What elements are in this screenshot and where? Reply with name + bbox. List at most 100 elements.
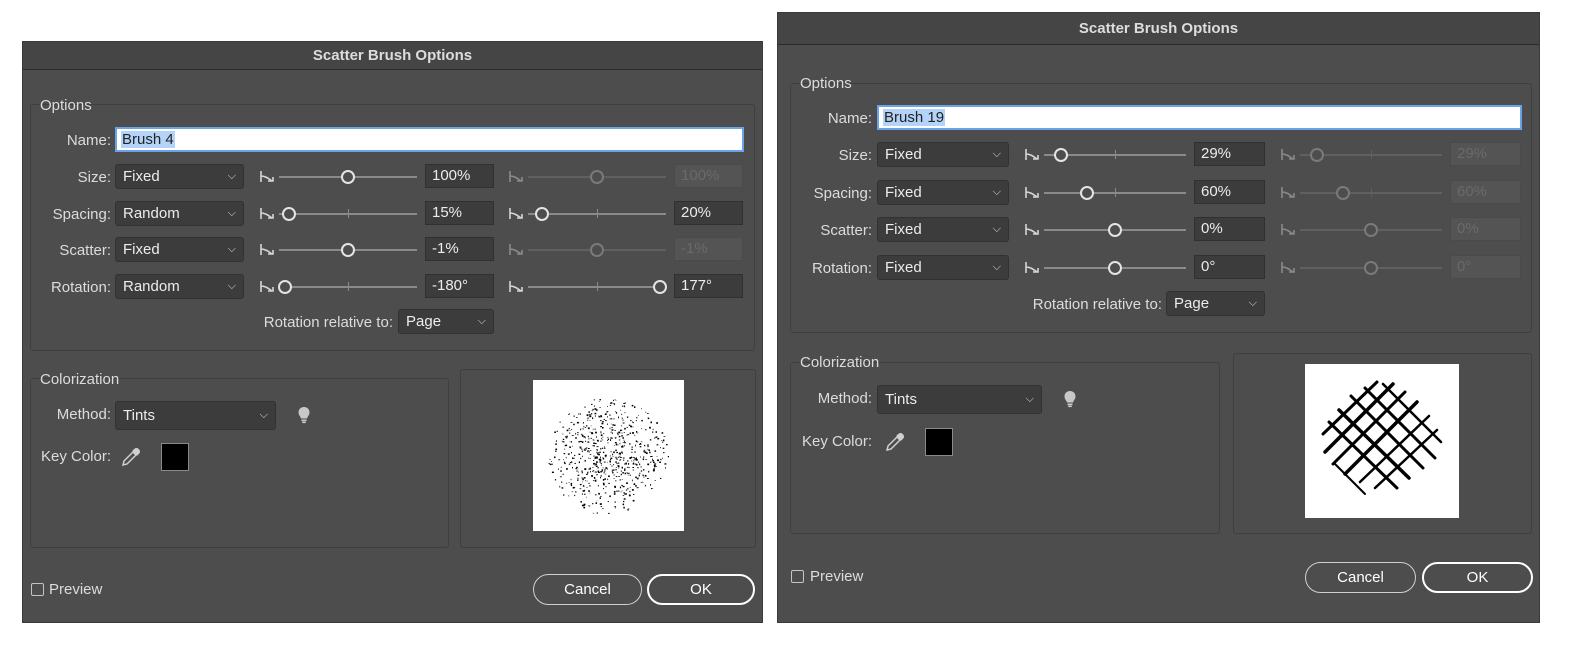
pressure-curve-icon[interactable]	[1024, 184, 1040, 200]
min-slider-knob[interactable]	[1108, 260, 1122, 275]
max-value-field[interactable]: 20%	[674, 200, 743, 225]
chevron-down-icon: ⌵	[992, 223, 1001, 235]
brush-preview-image	[1305, 364, 1459, 518]
chevron-down-icon: ⌵	[477, 315, 486, 327]
min-slider-knob[interactable]	[341, 243, 355, 257]
chevron-down-icon: ⌵	[1248, 297, 1257, 309]
preview-checkbox[interactable]	[791, 570, 804, 583]
min-value-field[interactable]: -1%	[425, 237, 494, 261]
min-slider-knob[interactable]	[1108, 223, 1122, 237]
max-value-field: 60%	[1450, 179, 1521, 204]
ok-button[interactable]: OK	[647, 574, 755, 605]
method-dropdown[interactable]: Tints ⌵	[877, 385, 1042, 414]
variation-method-dropdown[interactable]: Fixed ⌵	[877, 142, 1009, 167]
variation-method-value: Fixed	[123, 241, 160, 258]
variation-method-value: Fixed	[885, 221, 922, 238]
min-value-field[interactable]: 29%	[1194, 142, 1265, 166]
chevron-down-icon: ⌵	[227, 279, 236, 292]
variation-method-dropdown[interactable]: Fixed ⌵	[115, 164, 244, 189]
max-slider-knob[interactable]	[653, 279, 668, 294]
lightbulb-icon[interactable]	[297, 406, 311, 424]
max-slider-knob	[590, 243, 604, 257]
key-color-label: Key Color:	[801, 433, 872, 450]
pressure-curve-icon[interactable]	[508, 205, 524, 221]
min-value-field[interactable]: 0°	[1194, 254, 1265, 279]
min-value-field[interactable]: 60%	[1194, 179, 1265, 204]
slider-center-tick	[1371, 187, 1372, 197]
variation-method-dropdown[interactable]: Fixed ⌵	[877, 217, 1009, 242]
variation-method-dropdown[interactable]: Fixed ⌵	[115, 237, 244, 262]
rotation-relative-dropdown[interactable]: Page ⌵	[398, 309, 494, 334]
variation-method-value: Fixed	[123, 168, 160, 185]
name-input[interactable]: Brush 19	[877, 105, 1522, 130]
chevron-down-icon: ⌵	[227, 170, 236, 182]
min-value-field[interactable]: 15%	[425, 200, 494, 225]
min-value-field[interactable]: 100%	[425, 164, 494, 188]
min-slider-knob[interactable]	[1079, 185, 1094, 200]
pressure-curve-icon[interactable]	[1024, 146, 1040, 162]
preview-checkbox[interactable]	[31, 583, 44, 596]
pressure-curve-icon	[1280, 259, 1296, 275]
pressure-curve-icon	[508, 241, 524, 257]
scatter-brush-dialog-2: Scatter Brush Options Options Name: Brus…	[777, 12, 1540, 623]
pressure-curve-icon[interactable]	[259, 168, 275, 184]
min-value-field[interactable]: 0%	[1194, 217, 1265, 241]
pressure-curve-icon	[1280, 221, 1296, 237]
chevron-down-icon: ⌵	[992, 260, 1001, 273]
pressure-curve-icon[interactable]	[259, 241, 275, 257]
min-slider-knob[interactable]	[277, 279, 292, 294]
pressure-curve-icon[interactable]	[259, 278, 275, 294]
pressure-curve-icon[interactable]	[259, 205, 275, 221]
pressure-curve-icon[interactable]	[508, 278, 524, 294]
max-slider-knob	[1364, 223, 1378, 237]
rotation-relative-label: Rotation relative to:	[263, 314, 393, 331]
rotation-relative-value: Page	[1174, 295, 1210, 312]
lightbulb-icon[interactable]	[1063, 390, 1077, 408]
min-value-field[interactable]: -180°	[425, 273, 494, 298]
method-label: Method:	[817, 390, 872, 407]
chevron-down-icon: ⌵	[259, 409, 268, 421]
eyedropper-icon[interactable]	[884, 431, 906, 453]
method-dropdown[interactable]: Tints ⌵	[115, 401, 276, 430]
variation-method-value: Fixed	[885, 146, 922, 163]
pressure-curve-icon[interactable]	[1024, 221, 1040, 237]
cancel-button[interactable]: Cancel	[1305, 562, 1416, 593]
variation-method-dropdown[interactable]: Fixed ⌵	[877, 179, 1009, 205]
max-value-field: 29%	[1450, 142, 1521, 166]
dialog-title: Scatter Brush Options	[23, 42, 762, 70]
variation-method-dropdown[interactable]: Fixed ⌵	[877, 254, 1009, 280]
variation-method-value: Random	[123, 277, 180, 295]
row-label: Scatter:	[820, 222, 872, 239]
max-value-field[interactable]: 177°	[674, 273, 743, 298]
slider-center-tick	[1115, 187, 1116, 197]
variation-method-dropdown[interactable]: Random ⌵	[115, 273, 244, 299]
key-color-swatch[interactable]	[925, 428, 953, 456]
max-slider-knob[interactable]	[534, 206, 549, 221]
cancel-button[interactable]: Cancel	[533, 574, 642, 605]
rotation-relative-value: Page	[406, 313, 442, 330]
eyedropper-icon[interactable]	[120, 446, 142, 468]
max-slider-knob	[590, 170, 604, 184]
ok-button[interactable]: OK	[1422, 562, 1533, 593]
chevron-down-icon: ⌵	[227, 206, 236, 219]
key-color-swatch[interactable]	[161, 443, 189, 471]
rotation-relative-dropdown[interactable]: Page ⌵	[1166, 291, 1265, 316]
variation-method-dropdown[interactable]: Random ⌵	[115, 200, 244, 226]
max-value-field: 0°	[1450, 254, 1521, 279]
brush-preview-image	[533, 380, 684, 531]
min-slider-knob[interactable]	[281, 206, 296, 221]
preview-label: Preview	[49, 581, 103, 598]
method-value: Tints	[123, 407, 155, 424]
variation-method-value: Fixed	[885, 258, 922, 276]
min-slider-knob[interactable]	[1054, 148, 1069, 162]
name-label: Name:	[66, 132, 111, 149]
scatter-brush-dialog-1: Scatter Brush Options Options Name: Brus…	[22, 41, 763, 623]
options-group-label: Options	[40, 97, 92, 114]
row-label: Rotation:	[811, 259, 872, 277]
min-slider-knob[interactable]	[341, 170, 355, 184]
pressure-curve-icon[interactable]	[1024, 259, 1040, 275]
name-input[interactable]: Brush 4	[115, 127, 744, 152]
chevron-down-icon: ⌵	[1025, 393, 1034, 405]
chevron-down-icon: ⌵	[992, 148, 1001, 160]
max-value-field: -1%	[674, 237, 743, 261]
